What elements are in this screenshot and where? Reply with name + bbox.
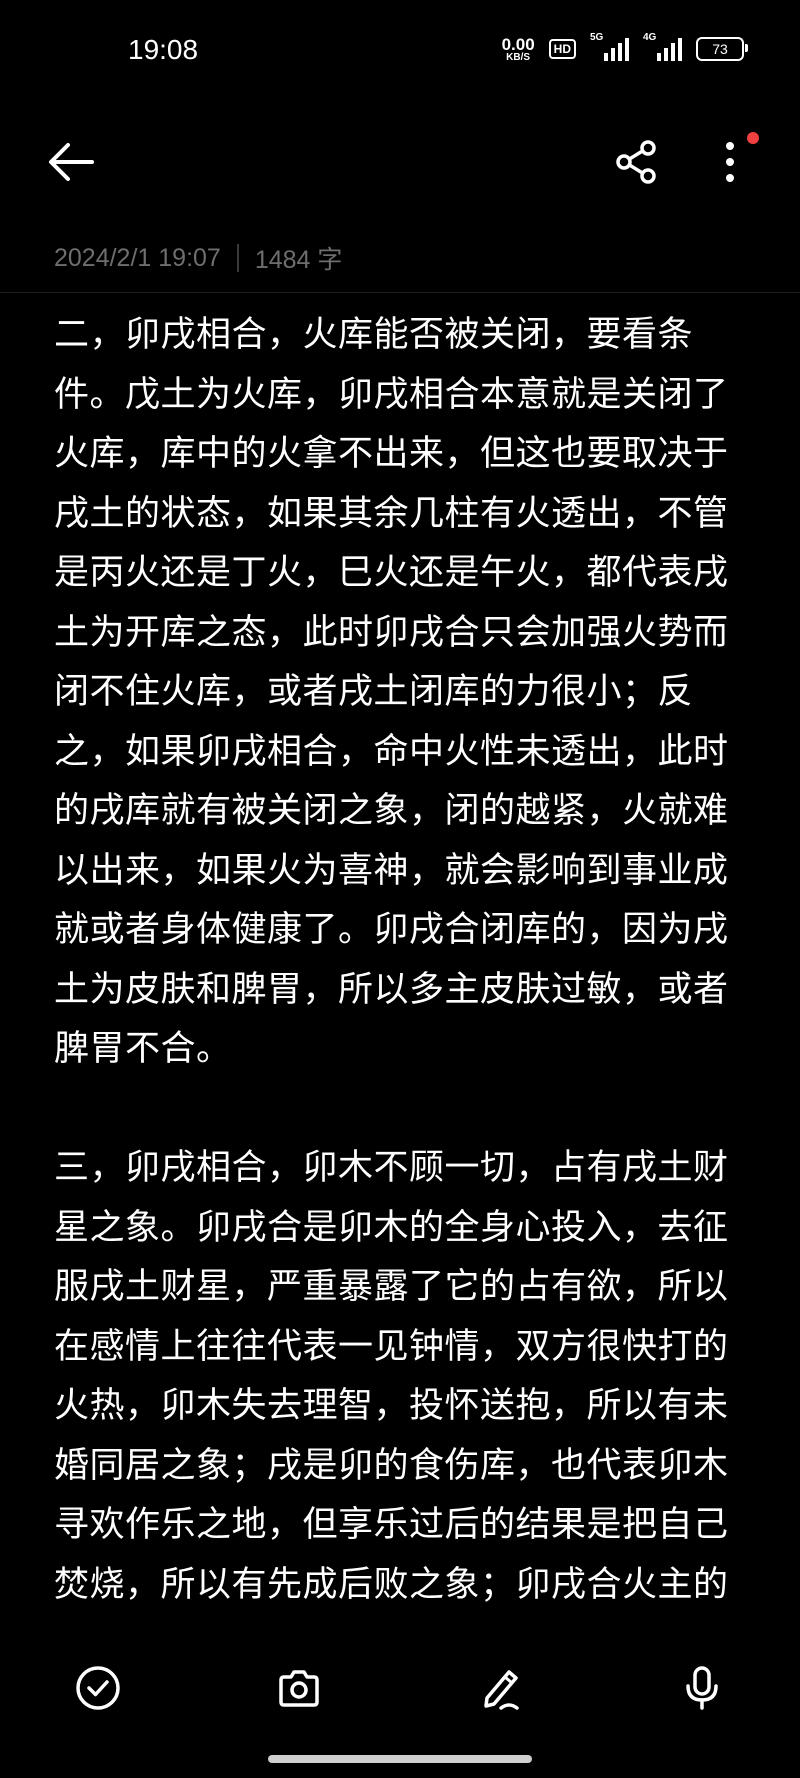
signal-4g-icon: 4G bbox=[643, 32, 682, 61]
back-arrow-icon[interactable] bbox=[46, 140, 96, 184]
status-icons: 0.00 KB/S HD 5G 4G 73 bbox=[502, 32, 748, 64]
battery-icon: 73 bbox=[696, 37, 748, 61]
battery-level: 73 bbox=[712, 41, 728, 57]
status-time: 19:08 bbox=[128, 34, 199, 65]
hd-voice-icon: HD bbox=[548, 39, 576, 59]
notification-dot bbox=[747, 132, 759, 144]
network-speed-unit: KB/S bbox=[506, 51, 531, 63]
network-speed-value: 0.00 bbox=[501, 34, 535, 54]
note-body[interactable]: 二，卯戌相合，火库能否被关闭，要看条件。戊土为火库，卯戌相合本意就是关闭了火库，… bbox=[54, 306, 754, 1636]
note-meta: 2024/2/1 19:07 1484 字 bbox=[54, 240, 342, 276]
note-paragraph: 二，卯戌相合，火库能否被关闭，要看条件。戊土为火库，卯戌相合本意就是关闭了火库，… bbox=[54, 315, 729, 1069]
home-indicator[interactable] bbox=[268, 1755, 532, 1763]
camera-icon[interactable] bbox=[275, 1664, 323, 1712]
note-toolbar bbox=[0, 110, 800, 220]
network-speed: 0.00 KB/S bbox=[502, 36, 535, 63]
microphone-icon[interactable] bbox=[678, 1664, 726, 1712]
note-date: 2024/2/1 19:07 bbox=[54, 243, 221, 272]
status-bar: 19:08 0.00 KB/S HD 5G 4G 73 bbox=[0, 0, 800, 100]
note-paragraph: 三，卯戌相合，卯木不顾一切，占有戌土财星之象。卯戌合是卯木的全身心投入，去征服戌… bbox=[54, 1148, 729, 1605]
meta-separator bbox=[236, 244, 239, 272]
signal-4g-label: 4G bbox=[643, 31, 657, 43]
signal-5g-icon: 5G bbox=[590, 32, 629, 61]
note-char-count: 1484 字 bbox=[254, 246, 343, 274]
more-options-icon[interactable] bbox=[710, 138, 750, 186]
handwriting-pen-icon[interactable] bbox=[477, 1664, 525, 1712]
share-icon[interactable] bbox=[612, 138, 660, 186]
header-divider bbox=[0, 292, 800, 293]
signal-5g-label: 5G bbox=[590, 31, 604, 43]
checklist-icon[interactable] bbox=[74, 1664, 122, 1712]
